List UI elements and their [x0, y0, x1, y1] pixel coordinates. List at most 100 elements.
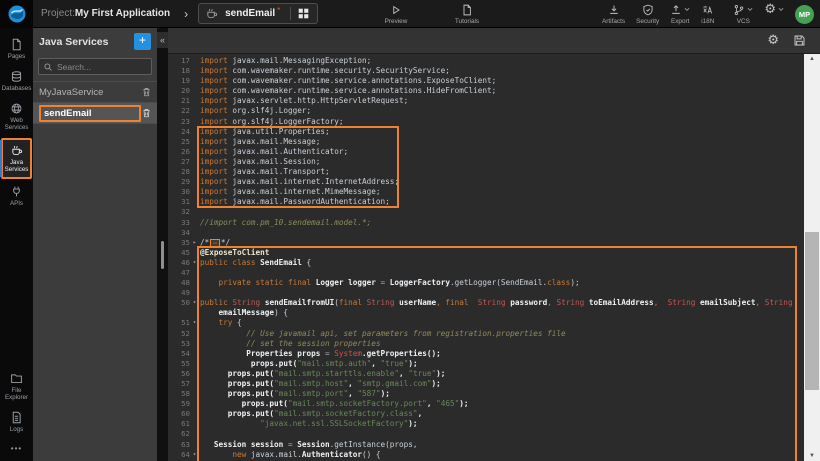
- service-item-sendEmail[interactable]: sendEmail: [33, 103, 157, 124]
- code-line-60[interactable]: 60 props.put("mail.smtp.socketFactory.cl…: [168, 409, 820, 419]
- code-text: import org.slf4j.Logger;: [199, 106, 311, 116]
- security-button[interactable]: Security: [636, 3, 659, 25]
- code-line-28[interactable]: 28import javax.mail.Transport;: [168, 167, 820, 177]
- export-button[interactable]: Export: [670, 3, 690, 25]
- fold-gutter: [190, 349, 199, 359]
- code-line-17[interactable]: 17import javax.mail.MessagingException;: [168, 56, 820, 66]
- save-icon[interactable]: [793, 34, 806, 47]
- code-line-25[interactable]: 25import javax.mail.Message;: [168, 137, 820, 147]
- editor-settings-gear-icon[interactable]: ⚙: [767, 34, 779, 47]
- code-line-31[interactable]: 31import javax.mail.PasswordAuthenticati…: [168, 197, 820, 207]
- code-line-32[interactable]: 32: [168, 207, 820, 217]
- code-line-59[interactable]: 59 props.put("mail.smtp.socketFactory.po…: [168, 399, 820, 409]
- code-line-23[interactable]: 23import org.slf4j.LoggerFactory;: [168, 117, 820, 127]
- project-name[interactable]: My First Application: [75, 8, 170, 19]
- code-line-wrap[interactable]: emailMessage) {: [168, 308, 820, 318]
- delete-service-icon[interactable]: [141, 107, 152, 119]
- settings-button[interactable]: ⚙: [764, 3, 784, 25]
- wavemaker-logo-icon: [7, 4, 27, 24]
- code-line-53[interactable]: 53 // set the session properties: [168, 339, 820, 349]
- scroll-up-arrow[interactable]: ▲: [804, 55, 820, 63]
- code-text: import javax.mail.internet.InternetAddre…: [199, 177, 399, 187]
- sidebar-item-apis[interactable]: APIs: [1, 181, 32, 211]
- code-line-19[interactable]: 19import com.wavemaker.runtime.service.a…: [168, 76, 820, 86]
- code-line-24[interactable]: 24import java.util.Properties;: [168, 127, 820, 137]
- code-line-49[interactable]: 49: [168, 288, 820, 298]
- service-item-MyJavaService[interactable]: MyJavaService: [33, 82, 157, 103]
- code-line-27[interactable]: 27import javax.mail.Session;: [168, 157, 820, 167]
- more-options-button[interactable]: •••: [0, 438, 33, 461]
- panel-splitter[interactable]: «: [157, 28, 168, 461]
- code-line-58[interactable]: 58 props.put("mail.smtp.port", "587");: [168, 389, 820, 399]
- code-line-63[interactable]: 63 Session session = Session.getInstance…: [168, 440, 820, 450]
- fold-gutter: [190, 329, 199, 339]
- code-line-62[interactable]: 62: [168, 429, 820, 439]
- active-indicator: [0, 140, 2, 177]
- code-line-18[interactable]: 18import com.wavemaker.runtime.security.…: [168, 66, 820, 76]
- code-line-21[interactable]: 21import javax.servlet.http.HttpServletR…: [168, 96, 820, 106]
- tab-sendemail[interactable]: sendEmail *: [198, 3, 318, 24]
- folder-icon: [10, 372, 23, 385]
- sidebar-item-web-services[interactable]: Web Services: [1, 98, 32, 135]
- code-line-57[interactable]: 57 props.put("mail.smtp.host", "smtp.gma…: [168, 379, 820, 389]
- fold-toggle-icon[interactable]: ▾: [190, 318, 199, 328]
- code-line-55[interactable]: 55 props.put("mail.smtp.auth", "true");: [168, 359, 820, 369]
- code-area[interactable]: 17import javax.mail.MessagingException;1…: [168, 54, 820, 461]
- sidebar-item-pages[interactable]: Pages: [1, 34, 32, 64]
- code-line-20[interactable]: 20import com.wavemaker.runtime.service.a…: [168, 86, 820, 96]
- fold-toggle-icon[interactable]: ▾: [190, 258, 199, 268]
- scroll-down-arrow[interactable]: ▼: [804, 452, 820, 460]
- code-line-54[interactable]: 54 Properties props = System.getProperti…: [168, 349, 820, 359]
- code-line-56[interactable]: 56 props.put("mail.smtp.starttls.enable"…: [168, 369, 820, 379]
- sidebar-item-label: Pages: [8, 53, 26, 60]
- line-number: 61: [168, 419, 190, 429]
- code-line-29[interactable]: 29import javax.mail.internet.InternetAdd…: [168, 177, 820, 187]
- i18n-button[interactable]: i18N: [701, 3, 714, 25]
- code-line-51[interactable]: 51▾ try {: [168, 318, 820, 328]
- fold-gutter: [190, 218, 199, 228]
- collapse-panel-button[interactable]: «: [157, 32, 168, 48]
- code-line-34[interactable]: 34: [168, 228, 820, 238]
- settings-label: [773, 18, 775, 25]
- code-line-52[interactable]: 52 // Use javamail api, set parameters f…: [168, 329, 820, 339]
- code-line-26[interactable]: 26import javax.mail.Authenticator;: [168, 147, 820, 157]
- sidebar-item-databases[interactable]: Databases: [1, 66, 32, 96]
- topbar-actions: Artifacts Security Export: [602, 0, 814, 28]
- code-line-47[interactable]: 47: [168, 268, 820, 278]
- preview-button[interactable]: Preview: [374, 3, 418, 25]
- code-text: new javax.mail.Authenticator() {: [199, 450, 381, 460]
- user-avatar[interactable]: MP: [795, 5, 814, 24]
- tutorials-button[interactable]: Tutorials: [444, 3, 490, 25]
- code-line-33[interactable]: 33//import com.pm_10.sendemail.model.*;: [168, 218, 820, 228]
- code-line-30[interactable]: 30import javax.mail.internet.MimeMessage…: [168, 187, 820, 197]
- add-service-button[interactable]: +: [134, 33, 151, 50]
- fold-gutter: [190, 359, 199, 369]
- wavemaker-logo[interactable]: [0, 0, 33, 28]
- fold-gutter: [190, 167, 199, 177]
- sidebar-item-java-services[interactable]: Java Services: [1, 138, 32, 179]
- fold-toggle-icon[interactable]: ▾: [190, 298, 199, 308]
- code-line-64[interactable]: 64▾ new javax.mail.Authenticator() {: [168, 450, 820, 460]
- code-line-61[interactable]: 61 "javax.net.ssl.SSLSocketFactory");: [168, 419, 820, 429]
- line-number: 49: [168, 288, 190, 298]
- fold-toggle-icon[interactable]: ▸: [190, 238, 199, 248]
- fold-toggle-icon[interactable]: ▾: [190, 450, 199, 460]
- sidebar-item-file-explorer[interactable]: File Explorer: [1, 368, 32, 405]
- vertical-scrollbar[interactable]: ▲ ▼: [804, 54, 820, 461]
- fold-gutter: [190, 389, 199, 399]
- search-box[interactable]: [38, 58, 152, 75]
- delete-service-icon[interactable]: [141, 86, 152, 98]
- splitter-handle[interactable]: [161, 241, 164, 269]
- code-line-46[interactable]: 46▾public class SendEmail {: [168, 258, 820, 268]
- code-line-35[interactable]: 35▸/*⋯*/: [168, 238, 820, 248]
- sidebar-item-logs[interactable]: Logs: [1, 407, 32, 437]
- code-line-50[interactable]: 50▾public String sendEmailfromUI(final S…: [168, 298, 820, 308]
- code-line-48[interactable]: 48 private static final Logger logger = …: [168, 278, 820, 288]
- vcs-button[interactable]: VCS: [733, 3, 753, 25]
- scrollbar-thumb[interactable]: [805, 232, 819, 390]
- code-line-45[interactable]: 45@ExposeToClient: [168, 248, 820, 258]
- code-line-22[interactable]: 22import org.slf4j.Logger;: [168, 106, 820, 116]
- grid-view-icon[interactable]: [298, 8, 309, 19]
- search-input[interactable]: [57, 62, 137, 72]
- artifacts-button[interactable]: Artifacts: [602, 3, 625, 25]
